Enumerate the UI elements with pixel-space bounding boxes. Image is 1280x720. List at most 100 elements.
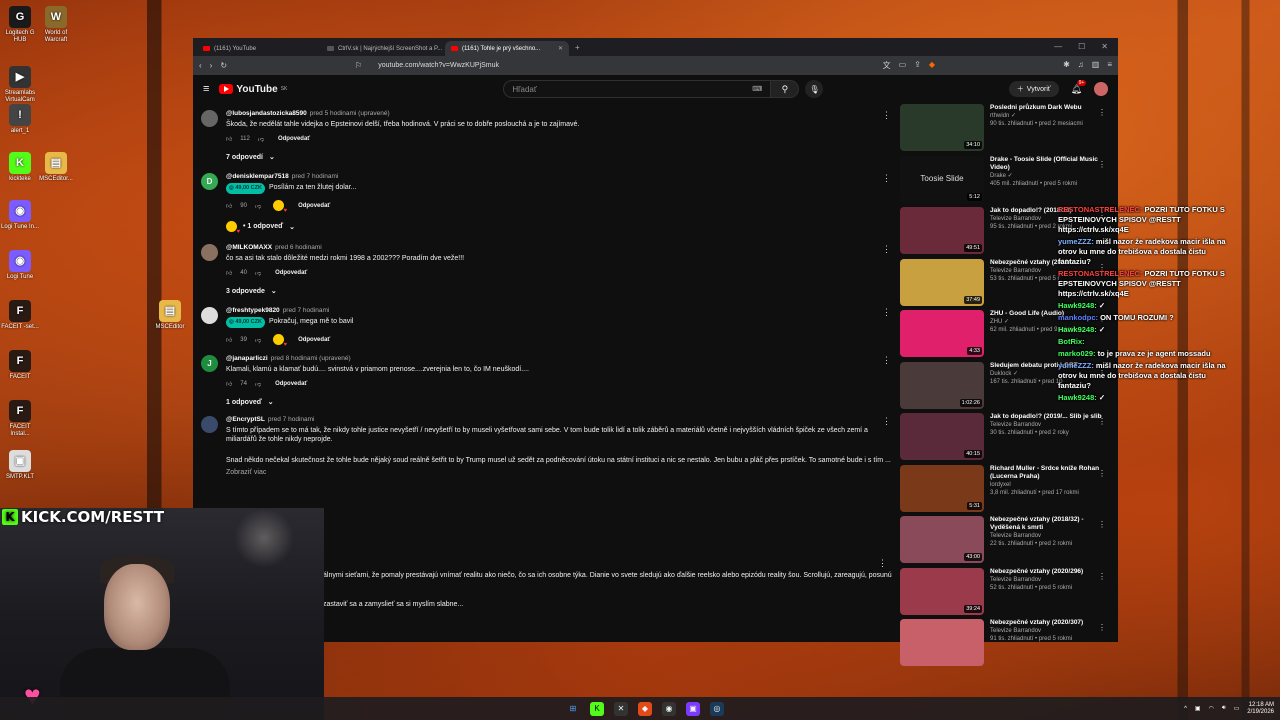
comment-menu-icon[interactable]: ⋮ — [882, 307, 891, 318]
video-thumbnail[interactable]: 39:24 — [900, 567, 984, 615]
related-video[interactable]: Nebezpečné vztahy (2020/307) Televize Ba… — [900, 619, 1110, 671]
kick-app-icon[interactable]: K — [590, 701, 604, 716]
battery-icon[interactable]: ▭ — [1234, 705, 1240, 712]
account-avatar[interactable] — [1094, 82, 1108, 96]
comment-menu-icon[interactable]: ⋮ — [882, 110, 891, 121]
chat-username[interactable]: marko029: — [1058, 349, 1098, 358]
wifi-icon[interactable]: ◠ — [1209, 705, 1214, 712]
video-menu-icon[interactable]: ⋮ — [1098, 417, 1106, 426]
brave-shield-icon[interactable]: ◆ — [929, 60, 935, 71]
comment-author[interactable]: @lubosjandastozicka8590 — [226, 110, 307, 117]
notifications-button[interactable]: 🔔︎ 9+ — [1071, 79, 1087, 95]
desktop-icon[interactable]: ▶ Streamlabs VirtualCam — [0, 66, 40, 104]
comment-menu-icon[interactable]: ⋮ — [878, 558, 887, 569]
desktop-icon[interactable]: Kkickteke — [0, 152, 40, 183]
desktop-icon[interactable]: ▣ SMTP.KLT — [0, 450, 40, 481]
video-channel[interactable]: lordyxel — [990, 481, 1110, 489]
comment-menu-icon[interactable]: ⋮ — [882, 244, 891, 255]
search-button[interactable]: ⚲ — [771, 80, 800, 98]
video-thumbnail[interactable]: 40:15 — [900, 413, 984, 460]
chat-username[interactable]: Hawk9248: — [1058, 325, 1099, 334]
video-channel[interactable]: Televize Barrandov — [990, 532, 1110, 540]
video-thumbnail[interactable]: 5:31 — [900, 464, 984, 512]
chat-username[interactable]: yumeZZZ: — [1058, 237, 1096, 246]
desktop-icon[interactable]: ◉ Logi Tune — [0, 250, 40, 281]
video-channel[interactable]: Televize Barrandov — [990, 576, 1110, 584]
url-field[interactable]: youtube.com/watch?v=WwzKUPjSmuk — [378, 62, 499, 69]
comment-author[interactable]: @denisklempar7518 — [226, 173, 289, 180]
youtube-logo[interactable]: YouTube SK — [219, 84, 287, 95]
video-channel[interactable]: rthwidn ✓ — [990, 112, 1110, 120]
view-replies-button[interactable]: • 1 odpoveď ⌄ — [226, 221, 891, 235]
sidebar-icon[interactable]: ▥ — [1092, 60, 1100, 71]
chat-username[interactable]: RESTONASTRELENEC: — [1058, 269, 1145, 278]
tray-app-icon[interactable]: ▣ — [1195, 705, 1201, 712]
video-menu-icon[interactable]: ⋮ — [1098, 469, 1106, 478]
video-title[interactable]: Richard Muller - Srdce kníže Rohan (Luce… — [990, 465, 1110, 481]
video-channel[interactable]: Televize Barrandov — [990, 421, 1110, 429]
reload-icon[interactable]: ↻ — [220, 61, 227, 70]
dislike-icon[interactable]: 👎︎ — [255, 336, 261, 344]
dislike-icon[interactable]: 👎︎ — [255, 269, 261, 277]
comment-menu-icon[interactable]: ⋮ — [882, 416, 891, 427]
chat-username[interactable]: yumeZZZ: — [1058, 361, 1096, 370]
comment-time[interactable]: pred 7 hodinami — [283, 307, 330, 314]
comment-author[interactable]: @janaparliczi — [226, 355, 268, 362]
tab-ctrlv[interactable]: CtrlV.sk | Najrýchlejší ScreenShot a P..… — [321, 41, 445, 56]
chat-username[interactable]: Hawk9248: — [1058, 393, 1099, 402]
new-tab-icon[interactable]: + — [569, 39, 586, 56]
extensions-icon[interactable]: ✱ — [1063, 60, 1070, 71]
like-icon[interactable]: 👍︎ — [226, 135, 232, 143]
comment-menu-icon[interactable]: ⋮ — [882, 173, 891, 184]
comment-time[interactable]: pred 7 hodinami — [268, 416, 315, 423]
commenter-avatar[interactable] — [201, 416, 218, 433]
video-thumbnail[interactable]: Toosie Slide 5:12 — [900, 155, 984, 203]
like-icon[interactable]: 👍︎ — [226, 269, 232, 277]
cast-icon[interactable]: ▭ — [899, 60, 907, 71]
translate-icon[interactable]: 文 — [883, 60, 891, 71]
menu-icon[interactable]: ≡ — [1107, 60, 1112, 71]
forward-icon[interactable]: › — [210, 61, 213, 70]
reply-button[interactable]: Odpovedať — [298, 337, 330, 343]
related-video[interactable]: Toosie Slide 5:12 Drake - Toosie Slide (O… — [900, 155, 1110, 208]
desktop-icon[interactable]: W World of Warcraft — [36, 6, 76, 44]
view-replies-button[interactable]: 3 odpovede ⌄ — [226, 287, 891, 296]
video-menu-icon[interactable]: ⋮ — [1098, 572, 1106, 581]
view-replies-button[interactable]: 1 odpoveď ⌄ — [226, 398, 891, 407]
video-thumbnail[interactable]: 37:49 — [900, 258, 984, 306]
video-menu-icon[interactable]: ⋮ — [1098, 623, 1106, 632]
commenter-avatar[interactable] — [201, 307, 218, 324]
desktop-icon[interactable]: F FACEIT — [0, 350, 40, 381]
comment-author[interactable]: @EncryptSL — [226, 416, 265, 423]
keyboard-icon[interactable]: ⌨ — [752, 85, 762, 93]
tab-youtube[interactable]: (1161) YouTube — [197, 41, 321, 56]
video-menu-icon[interactable]: ⋮ — [1098, 520, 1106, 529]
commenter-avatar[interactable]: J — [201, 355, 218, 372]
hamburger-menu-icon[interactable]: ≡ — [203, 83, 209, 95]
chat-username[interactable]: RESTONASTRELENEC: — [1058, 205, 1145, 214]
related-video[interactable]: 5:31 Richard Muller - Srdce kníže Rohan … — [900, 464, 1110, 517]
video-thumbnail[interactable] — [900, 619, 984, 666]
related-video[interactable]: 39:24 Nebezpečné vztahy (2020/296) Telev… — [900, 567, 1110, 620]
reply-button[interactable]: Odpovedať — [275, 381, 307, 387]
obs-icon[interactable]: ◉ — [662, 701, 676, 716]
back-icon[interactable]: ‹ — [199, 61, 202, 70]
dislike-icon[interactable]: 👎︎ — [255, 202, 261, 210]
video-thumbnail[interactable]: 1:02:26 — [900, 361, 984, 409]
close-window-icon[interactable]: ✕ — [1101, 42, 1108, 51]
minimize-icon[interactable]: — — [1054, 42, 1062, 51]
comment-time[interactable]: pred 5 hodinami (upravené) — [310, 110, 390, 117]
desktop-icon[interactable]: ! alert_1 — [0, 104, 40, 135]
comment-time[interactable]: pred 6 hodinami — [275, 244, 322, 251]
voice-search-button[interactable]: 🎙︎ — [805, 80, 824, 98]
volume-icon[interactable]: 🔊︎ — [1222, 705, 1226, 712]
desktop-icon[interactable]: F FACEIT Instal... — [0, 400, 40, 438]
maximize-icon[interactable]: ☐ — [1078, 42, 1085, 51]
desktop-icon[interactable]: ▤ MSCEditor... — [36, 152, 76, 183]
video-menu-icon[interactable]: ⋮ — [1098, 108, 1106, 117]
brave-browser-icon[interactable]: ◆ — [638, 701, 652, 716]
related-video[interactable]: 43:00 Nebezpečné vztahy (2018/32) - Vydě… — [900, 516, 1110, 568]
create-button[interactable]: ＋ Vytvoriť — [1008, 81, 1059, 97]
desktop-icon[interactable]: ▤ MSCEditor — [150, 300, 190, 331]
comment-time[interactable]: pred 7 hodinami — [292, 173, 339, 180]
